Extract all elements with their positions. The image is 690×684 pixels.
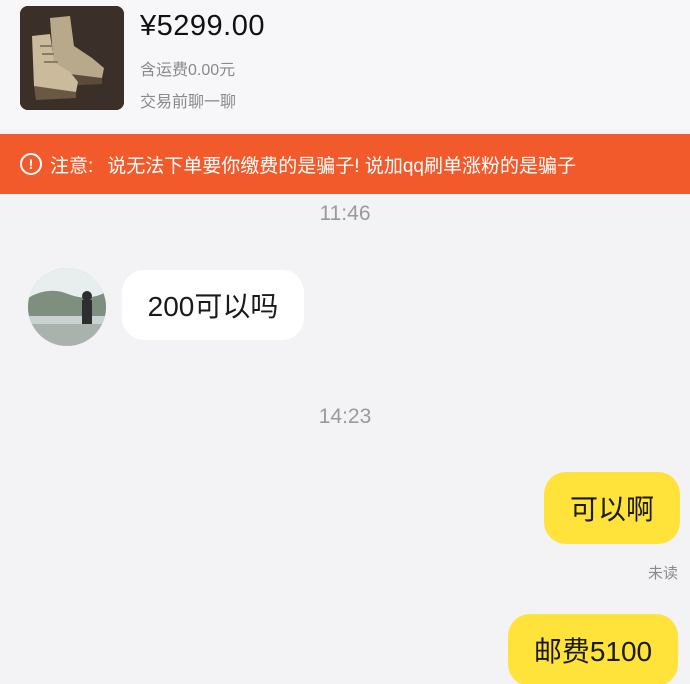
message-text: 邮费5100 <box>533 636 653 667</box>
shipping-fee: 含运费0.00元 <box>140 62 236 79</box>
user-avatar-image <box>28 268 106 346</box>
message-text: 可以啊 <box>569 494 654 525</box>
scam-warning-banner: ! 注意: 说无法下单要你缴费的是骗子! 说加qq刷单涨粉的是骗子 <box>0 134 690 194</box>
warning-text: 说无法下单要你缴费的是骗子! 说加qq刷单涨粉的是骗子 <box>107 155 576 177</box>
message-bubble-outgoing[interactable]: 可以啊 <box>544 472 680 544</box>
boots-image <box>20 6 124 110</box>
message-text: 200可以吗 <box>147 291 279 322</box>
message-timestamp: 11:46 <box>319 202 371 225</box>
message-bubble-outgoing[interactable]: 邮费5100 <box>508 614 678 684</box>
read-status: 未读 <box>647 565 678 582</box>
chat-hint: 交易前聊一聊 <box>140 94 237 111</box>
message-bubble-incoming[interactable]: 200可以吗 <box>122 270 304 340</box>
exclamation-circle-icon: ! <box>20 153 42 175</box>
warning-label: 注意: <box>50 155 94 177</box>
product-card[interactable]: ¥5299.00 含运费0.00元 交易前聊一聊 <box>0 0 690 130</box>
message-timestamp: 14:23 <box>318 405 372 428</box>
avatar[interactable] <box>28 268 106 346</box>
product-thumbnail[interactable] <box>20 6 124 110</box>
product-price: ¥5299.00 <box>140 10 265 42</box>
